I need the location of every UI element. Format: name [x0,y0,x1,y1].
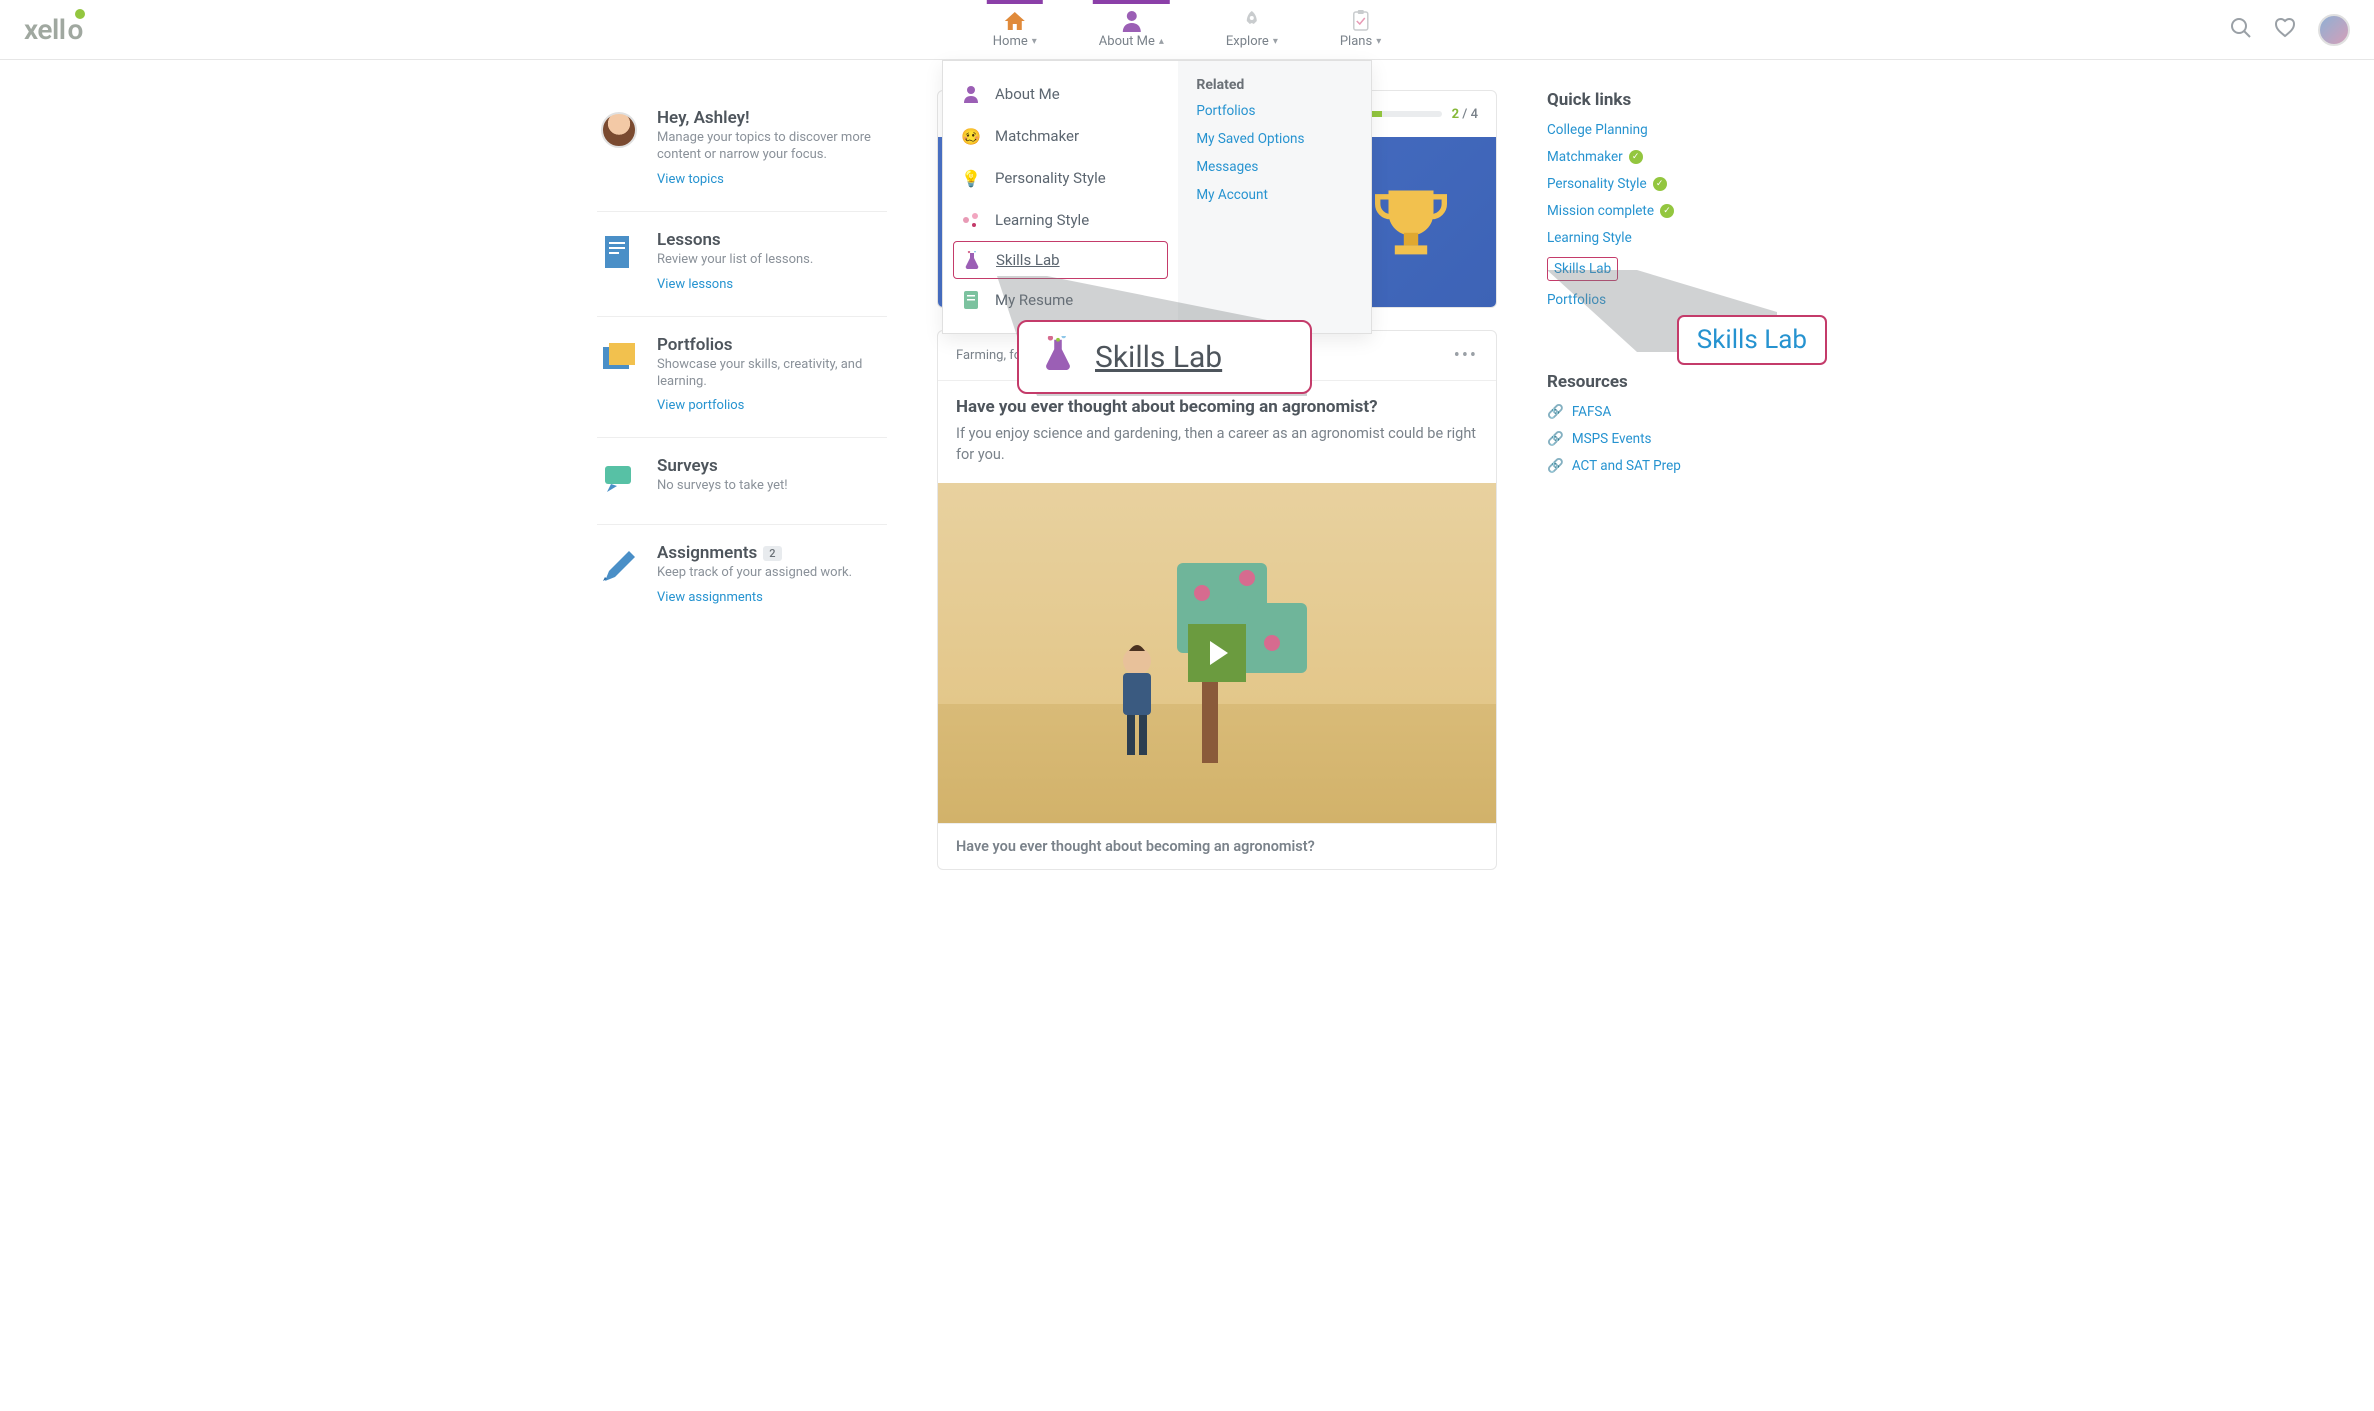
ql-college-planning[interactable]: College Planning [1547,122,1777,138]
person-icon [961,84,981,104]
face-icon: 🥴 [961,126,981,146]
resource-fafsa[interactable]: 🔗FAFSA [1547,404,1777,420]
check-icon: ✓ [1653,177,1667,191]
feed-video[interactable] [938,483,1496,823]
related-saved-options[interactable]: My Saved Options [1196,131,1353,147]
greeting-title: Hey, Ashley! [657,108,887,128]
link-icon: 🔗 [1547,431,1564,447]
chevron-down-icon: ▾ [1273,36,1278,47]
view-portfolios-link[interactable]: View portfolios [657,398,744,413]
right-sidebar: Quick links College Planning Matchmaker✓… [1547,90,1777,892]
center-column: G 2 / 4 D D Farming, food ••• [937,90,1497,892]
lightbulb-icon: 💡 [961,168,981,188]
home-icon [1003,10,1027,32]
top-right-actions [2230,14,2350,46]
assignments-count: 2 [763,546,781,561]
person-icon [1121,10,1141,32]
nav-explore-label: Explore [1226,34,1269,49]
assignments-icon [597,543,641,587]
assignments-block: Assignments 2 Keep track of your assigne… [597,525,887,629]
related-messages[interactable]: Messages [1196,159,1353,175]
dropdown-matchmaker[interactable]: 🥴 Matchmaker [943,115,1178,157]
resource-act-sat-prep[interactable]: 🔗ACT and SAT Prep [1547,458,1777,474]
view-assignments-link[interactable]: View assignments [657,590,763,605]
play-button[interactable] [1188,624,1246,682]
top-bar: xello Home ▾ About Me ▴ Explore ▾ Plans ▾ [0,0,2374,60]
nav-about-me[interactable]: About Me ▴ [1093,0,1170,59]
ql-personality-style[interactable]: Personality Style✓ [1547,176,1777,192]
flask-icon [1041,336,1075,378]
ql-learning-style[interactable]: Learning Style [1547,230,1777,246]
chevron-down-icon: ▾ [1032,36,1037,47]
trophy-icon [1366,177,1456,267]
surveys-block: Surveys No surveys to take yet! [597,438,887,525]
portfolios-title: Portfolios [657,335,887,355]
assignments-desc: Keep track of your assigned work. [657,565,852,582]
portfolios-desc: Showcase your skills, creativity, and le… [657,357,887,391]
resource-msps-events[interactable]: 🔗MSPS Events [1547,431,1777,447]
nav-plans[interactable]: Plans ▾ [1334,0,1387,59]
ql-matchmaker[interactable]: Matchmaker✓ [1547,149,1777,165]
heart-icon[interactable] [2274,17,2296,43]
dropdown-skills-lab[interactable]: Skills Lab [953,241,1168,279]
portfolios-icon [597,335,641,379]
clipboard-icon [1352,10,1370,32]
resources-heading: Resources [1547,372,1777,392]
surveys-desc: No surveys to take yet! [657,478,788,495]
view-topics-link[interactable]: View topics [657,172,724,187]
quick-links-heading: Quick links [1547,90,1777,110]
nav-plans-label: Plans [1340,34,1372,49]
feed-menu-icon[interactable]: ••• [1454,345,1478,366]
chevron-up-icon: ▴ [1159,36,1164,47]
lessons-block: Lessons Review your list of lessons. Vie… [597,212,887,317]
resources-list: 🔗FAFSA 🔗MSPS Events 🔗ACT and SAT Prep [1547,404,1777,474]
dropdown-learning-style[interactable]: Learning Style [943,199,1178,241]
ql-mission-complete[interactable]: Mission complete✓ [1547,203,1777,219]
nav-home-label: Home [993,34,1028,49]
flask-icon [962,250,982,270]
top-nav: Home ▾ About Me ▴ Explore ▾ Plans ▾ [987,0,1387,59]
lessons-desc: Review your list of lessons. [657,252,813,269]
related-heading: Related [1196,77,1353,93]
nav-home[interactable]: Home ▾ [987,0,1043,59]
related-portfolios[interactable]: Portfolios [1196,103,1353,119]
rocket-icon [1241,10,1263,32]
chevron-down-icon: ▾ [1376,36,1381,47]
dropdown-about-me[interactable]: About Me [943,73,1178,115]
portfolios-block: Portfolios Showcase your skills, creativ… [597,317,887,439]
lessons-title: Lessons [657,230,813,250]
logo: xello [24,13,83,46]
dropdown-personality-style[interactable]: 💡 Personality Style [943,157,1178,199]
view-lessons-link[interactable]: View lessons [657,277,733,292]
check-icon: ✓ [1629,150,1643,164]
user-avatar-icon [601,112,637,148]
feed-card: Farming, food ••• Have you ever thought … [937,330,1497,870]
nav-explore[interactable]: Explore ▾ [1220,0,1284,59]
surveys-title: Surveys [657,456,788,476]
check-icon: ✓ [1660,204,1674,218]
resume-icon [961,290,981,310]
left-sidebar: Hey, Ashley! Manage your topics to disco… [597,90,887,892]
callout-skills-lab-big: Skills Lab [1017,320,1312,394]
feed-body-text: If you enjoy science and gardening, then… [956,423,1478,465]
assignments-title: Assignments 2 [657,543,852,563]
callout-skills-lab-right: Skills Lab [1677,315,1827,365]
greeting-desc: Manage your topics to discover more cont… [657,130,887,164]
related-my-account[interactable]: My Account [1196,187,1353,203]
surveys-icon [597,456,641,500]
link-icon: 🔗 [1547,458,1564,474]
greeting-block: Hey, Ashley! Manage your topics to disco… [597,90,887,212]
avatar[interactable] [2318,14,2350,46]
search-icon[interactable] [2230,17,2252,43]
molecule-icon [961,210,981,230]
page-body: Hey, Ashley! Manage your topics to disco… [0,60,2374,952]
feed-footer: Have you ever thought about becoming an … [938,823,1496,869]
link-icon: 🔗 [1547,404,1564,420]
lessons-icon [597,230,641,274]
nav-about-label: About Me [1099,34,1155,49]
